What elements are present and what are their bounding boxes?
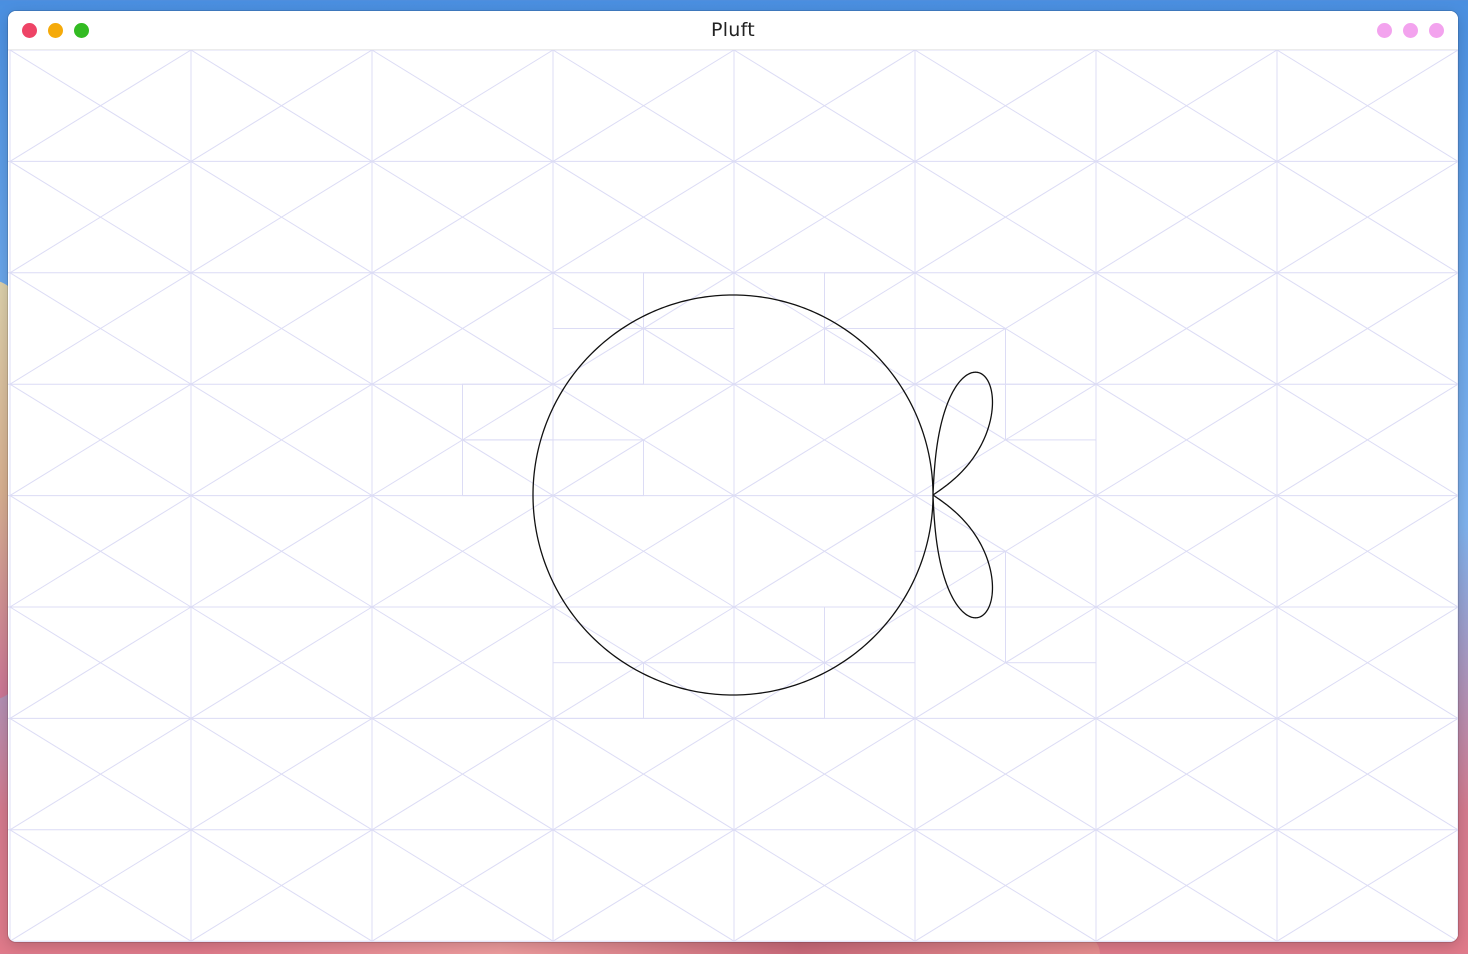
more-options-icon[interactable]	[1377, 23, 1392, 38]
title-bar[interactable]: Pluft	[8, 11, 1458, 50]
background-grid	[8, 50, 1458, 942]
window-title: Pluft	[710, 19, 756, 41]
app-window: Pluft	[8, 11, 1458, 942]
more-options-icon[interactable]	[1429, 23, 1444, 38]
plotted-curve	[532, 294, 994, 696]
plot-canvas[interactable]	[8, 50, 1458, 942]
more-options-icon[interactable]	[1403, 23, 1418, 38]
